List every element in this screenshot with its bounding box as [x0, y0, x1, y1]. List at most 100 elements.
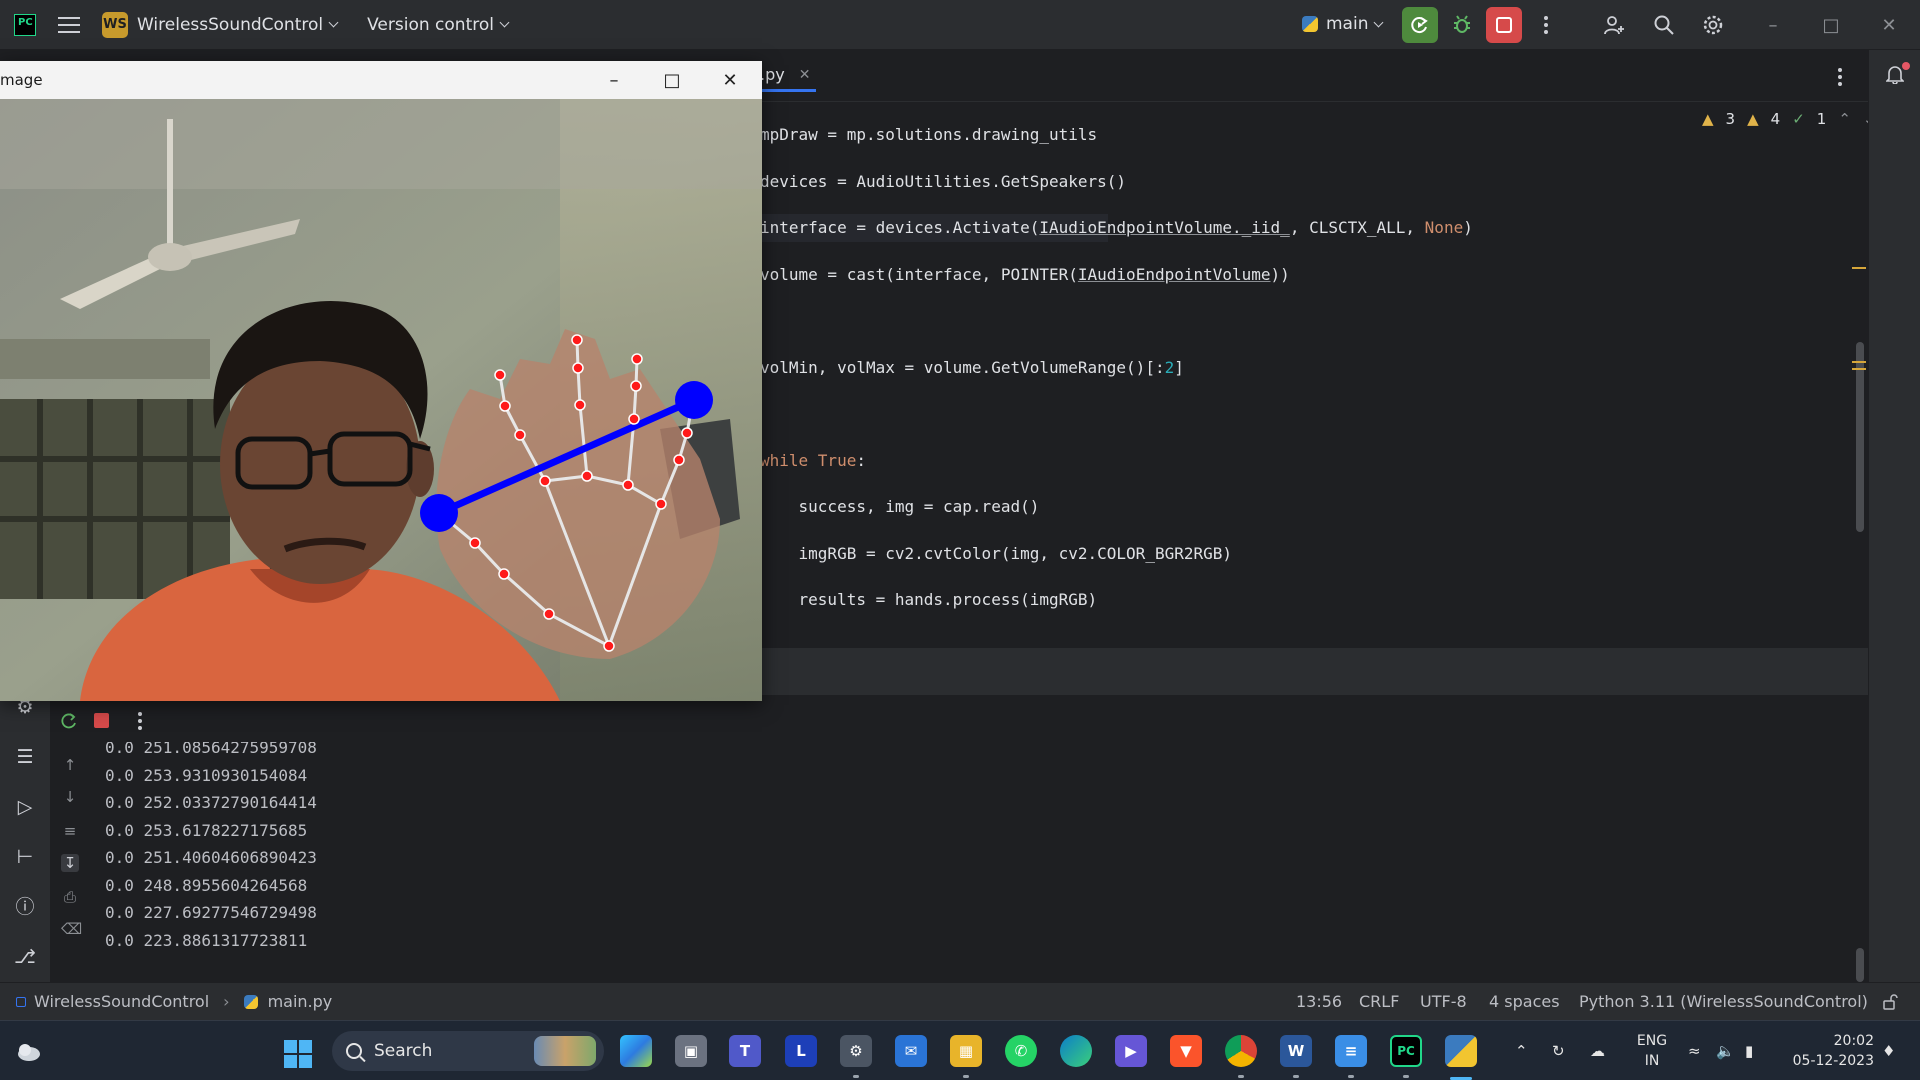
close-icon[interactable]: ✕: [701, 61, 759, 99]
breadcrumb: WirelessSoundControl › main.py: [16, 992, 332, 1011]
console-line: 0.0 223.8861317723811: [105, 930, 308, 950]
mail-icon[interactable]: ✉: [895, 1035, 927, 1067]
wifi-icon[interactable]: ≈: [1688, 1021, 1701, 1080]
input-language[interactable]: ENG IN: [1632, 1031, 1672, 1071]
task-view-icon[interactable]: ▣: [675, 1035, 707, 1067]
copilot-icon[interactable]: [620, 1035, 652, 1067]
image-window-titlebar[interactable]: mage – □ ✕: [0, 61, 762, 99]
warning-marker[interactable]: [1852, 267, 1866, 269]
weather-cloud-icon[interactable]: [14, 1039, 42, 1063]
python-file-icon: [243, 994, 258, 1009]
battery-icon[interactable]: ▮: [1745, 1021, 1753, 1080]
file-explorer-icon[interactable]: ▦: [950, 1035, 982, 1067]
terminal-icon[interactable]: ⊢: [14, 846, 36, 868]
typo-count: 1: [1816, 110, 1827, 128]
settings-app-icon[interactable]: ⚙: [840, 1035, 872, 1067]
tab-main-py[interactable]: .py ✕: [760, 60, 817, 92]
unlock-icon[interactable]: [1882, 994, 1898, 1010]
thumb-tip-marker: [420, 494, 458, 532]
taskbar-clock[interactable]: 20:02 05-12-2023: [1784, 1031, 1874, 1071]
code-lines: mpDraw = mp.solutions.drawing_utils devi…: [0, 102, 1511, 618]
stop-icon[interactable]: [94, 713, 109, 728]
main-menu-icon[interactable]: [58, 16, 80, 33]
chrome-browser-icon[interactable]: [1225, 1035, 1257, 1067]
minimize-window-button[interactable]: –: [1748, 0, 1798, 50]
editor-scrollbar[interactable]: [1856, 342, 1864, 532]
maximize-icon[interactable]: □: [643, 61, 701, 99]
problems-icon[interactable]: ⓘ: [14, 896, 36, 918]
settings-button[interactable]: [1695, 7, 1731, 43]
taskbar-search[interactable]: Search: [332, 1031, 604, 1071]
breadcrumb-file[interactable]: main.py: [268, 992, 333, 1011]
search-everywhere-button[interactable]: [1646, 7, 1682, 43]
rerun-button[interactable]: [1402, 7, 1438, 43]
launcher-app-icon[interactable]: L: [785, 1035, 817, 1067]
pycharm-taskbar-icon[interactable]: PC: [1390, 1035, 1422, 1067]
edge-browser-icon[interactable]: [1060, 1035, 1092, 1067]
run-console-output[interactable]: 0.0 251.08564275959708 0.0 253.9310930154…: [90, 742, 1868, 982]
version-control-menu[interactable]: Version control: [367, 15, 494, 35]
image-window-title: mage: [0, 71, 43, 89]
console-scrollbar[interactable]: [1856, 948, 1864, 982]
warning-marker[interactable]: [1852, 361, 1866, 363]
services-icon[interactable]: ▷: [14, 796, 36, 818]
project-badge[interactable]: WS: [102, 11, 128, 38]
print-icon[interactable]: ⎙: [61, 888, 79, 906]
weak-warning-count: 4: [1770, 110, 1781, 128]
arrow-up-icon[interactable]: ↑: [61, 756, 79, 774]
chevron-down-icon: [328, 17, 339, 28]
close-window-button[interactable]: ✕: [1864, 0, 1914, 50]
python-window-icon[interactable]: [1445, 1035, 1477, 1067]
code-with-me-button[interactable]: [1596, 7, 1632, 43]
teams-icon[interactable]: T: [729, 1035, 761, 1067]
media-app-icon[interactable]: ▶: [1115, 1035, 1147, 1067]
tab-options-button[interactable]: [1838, 68, 1842, 86]
search-label: Search: [374, 1041, 433, 1061]
console-lines: 0.0 251.08564275959708 0.0 253.9310930154…: [105, 742, 317, 954]
maximize-window-button[interactable]: □: [1806, 0, 1856, 50]
layers-icon[interactable]: ☰: [14, 746, 36, 768]
show-hidden-icons-chevron-icon[interactable]: ⌃: [1515, 1021, 1528, 1080]
debug-button[interactable]: [1444, 7, 1480, 43]
rerun-icon[interactable]: [60, 712, 78, 730]
whatsapp-icon[interactable]: ✆: [1005, 1035, 1037, 1067]
image-window[interactable]: mage – □ ✕: [0, 61, 762, 701]
minimize-icon[interactable]: –: [585, 61, 643, 99]
scroll-to-end-icon[interactable]: ↧: [61, 854, 79, 872]
bug-icon: [1454, 15, 1470, 33]
sync-icon[interactable]: ↻: [1552, 1021, 1565, 1080]
notepad-icon[interactable]: ≡: [1335, 1035, 1367, 1067]
python-interpreter[interactable]: Python 3.11 (WirelessSoundControl): [1579, 992, 1868, 1011]
more-vertical-icon[interactable]: [138, 712, 142, 730]
brave-browser-icon[interactable]: ▼: [1170, 1035, 1202, 1067]
keyboard-layout: IN: [1644, 1053, 1660, 1069]
soft-wrap-icon[interactable]: ≡: [61, 822, 79, 840]
caret-position[interactable]: 13:56: [1296, 992, 1342, 1011]
indent-setting[interactable]: 4 spaces: [1489, 992, 1560, 1011]
run-config-selector[interactable]: main: [1302, 14, 1384, 34]
breadcrumb-project[interactable]: WirelessSoundControl: [34, 992, 209, 1011]
arrow-down-icon[interactable]: ↓: [61, 788, 79, 806]
project-selector[interactable]: WirelessSoundControl: [137, 15, 323, 35]
more-vertical-icon: [1544, 16, 1548, 34]
word-icon[interactable]: W: [1280, 1035, 1312, 1067]
volume-icon[interactable]: 🔈: [1716, 1021, 1735, 1080]
more-actions-button[interactable]: [1528, 7, 1564, 43]
notification-center-bell-icon[interactable]: ♦: [1882, 1021, 1895, 1080]
status-bar: WirelessSoundControl › main.py 13:56 CRL…: [0, 982, 1920, 1020]
onedrive-icon[interactable]: ☁: [1590, 1021, 1605, 1080]
previous-highlight-icon[interactable]: ⌃: [1838, 110, 1851, 128]
trash-icon[interactable]: ⌫: [61, 920, 82, 938]
file-encoding[interactable]: UTF-8: [1420, 992, 1467, 1011]
pycharm-logo-icon[interactable]: PC: [14, 13, 36, 36]
line-separator[interactable]: CRLF: [1359, 992, 1399, 1011]
close-tab-icon[interactable]: ✕: [799, 67, 811, 83]
clock-time: 20:02: [1833, 1033, 1874, 1049]
start-button[interactable]: [284, 1040, 312, 1068]
console-line: 0.0 252.03372790164414: [105, 793, 317, 812]
inspection-widget[interactable]: ▲3 ▲4 ✓1 ⌃ ⌄: [1702, 110, 1868, 128]
warning-marker[interactable]: [1852, 368, 1866, 370]
git-icon[interactable]: ⎇: [14, 946, 36, 968]
stop-button[interactable]: [1486, 7, 1522, 43]
